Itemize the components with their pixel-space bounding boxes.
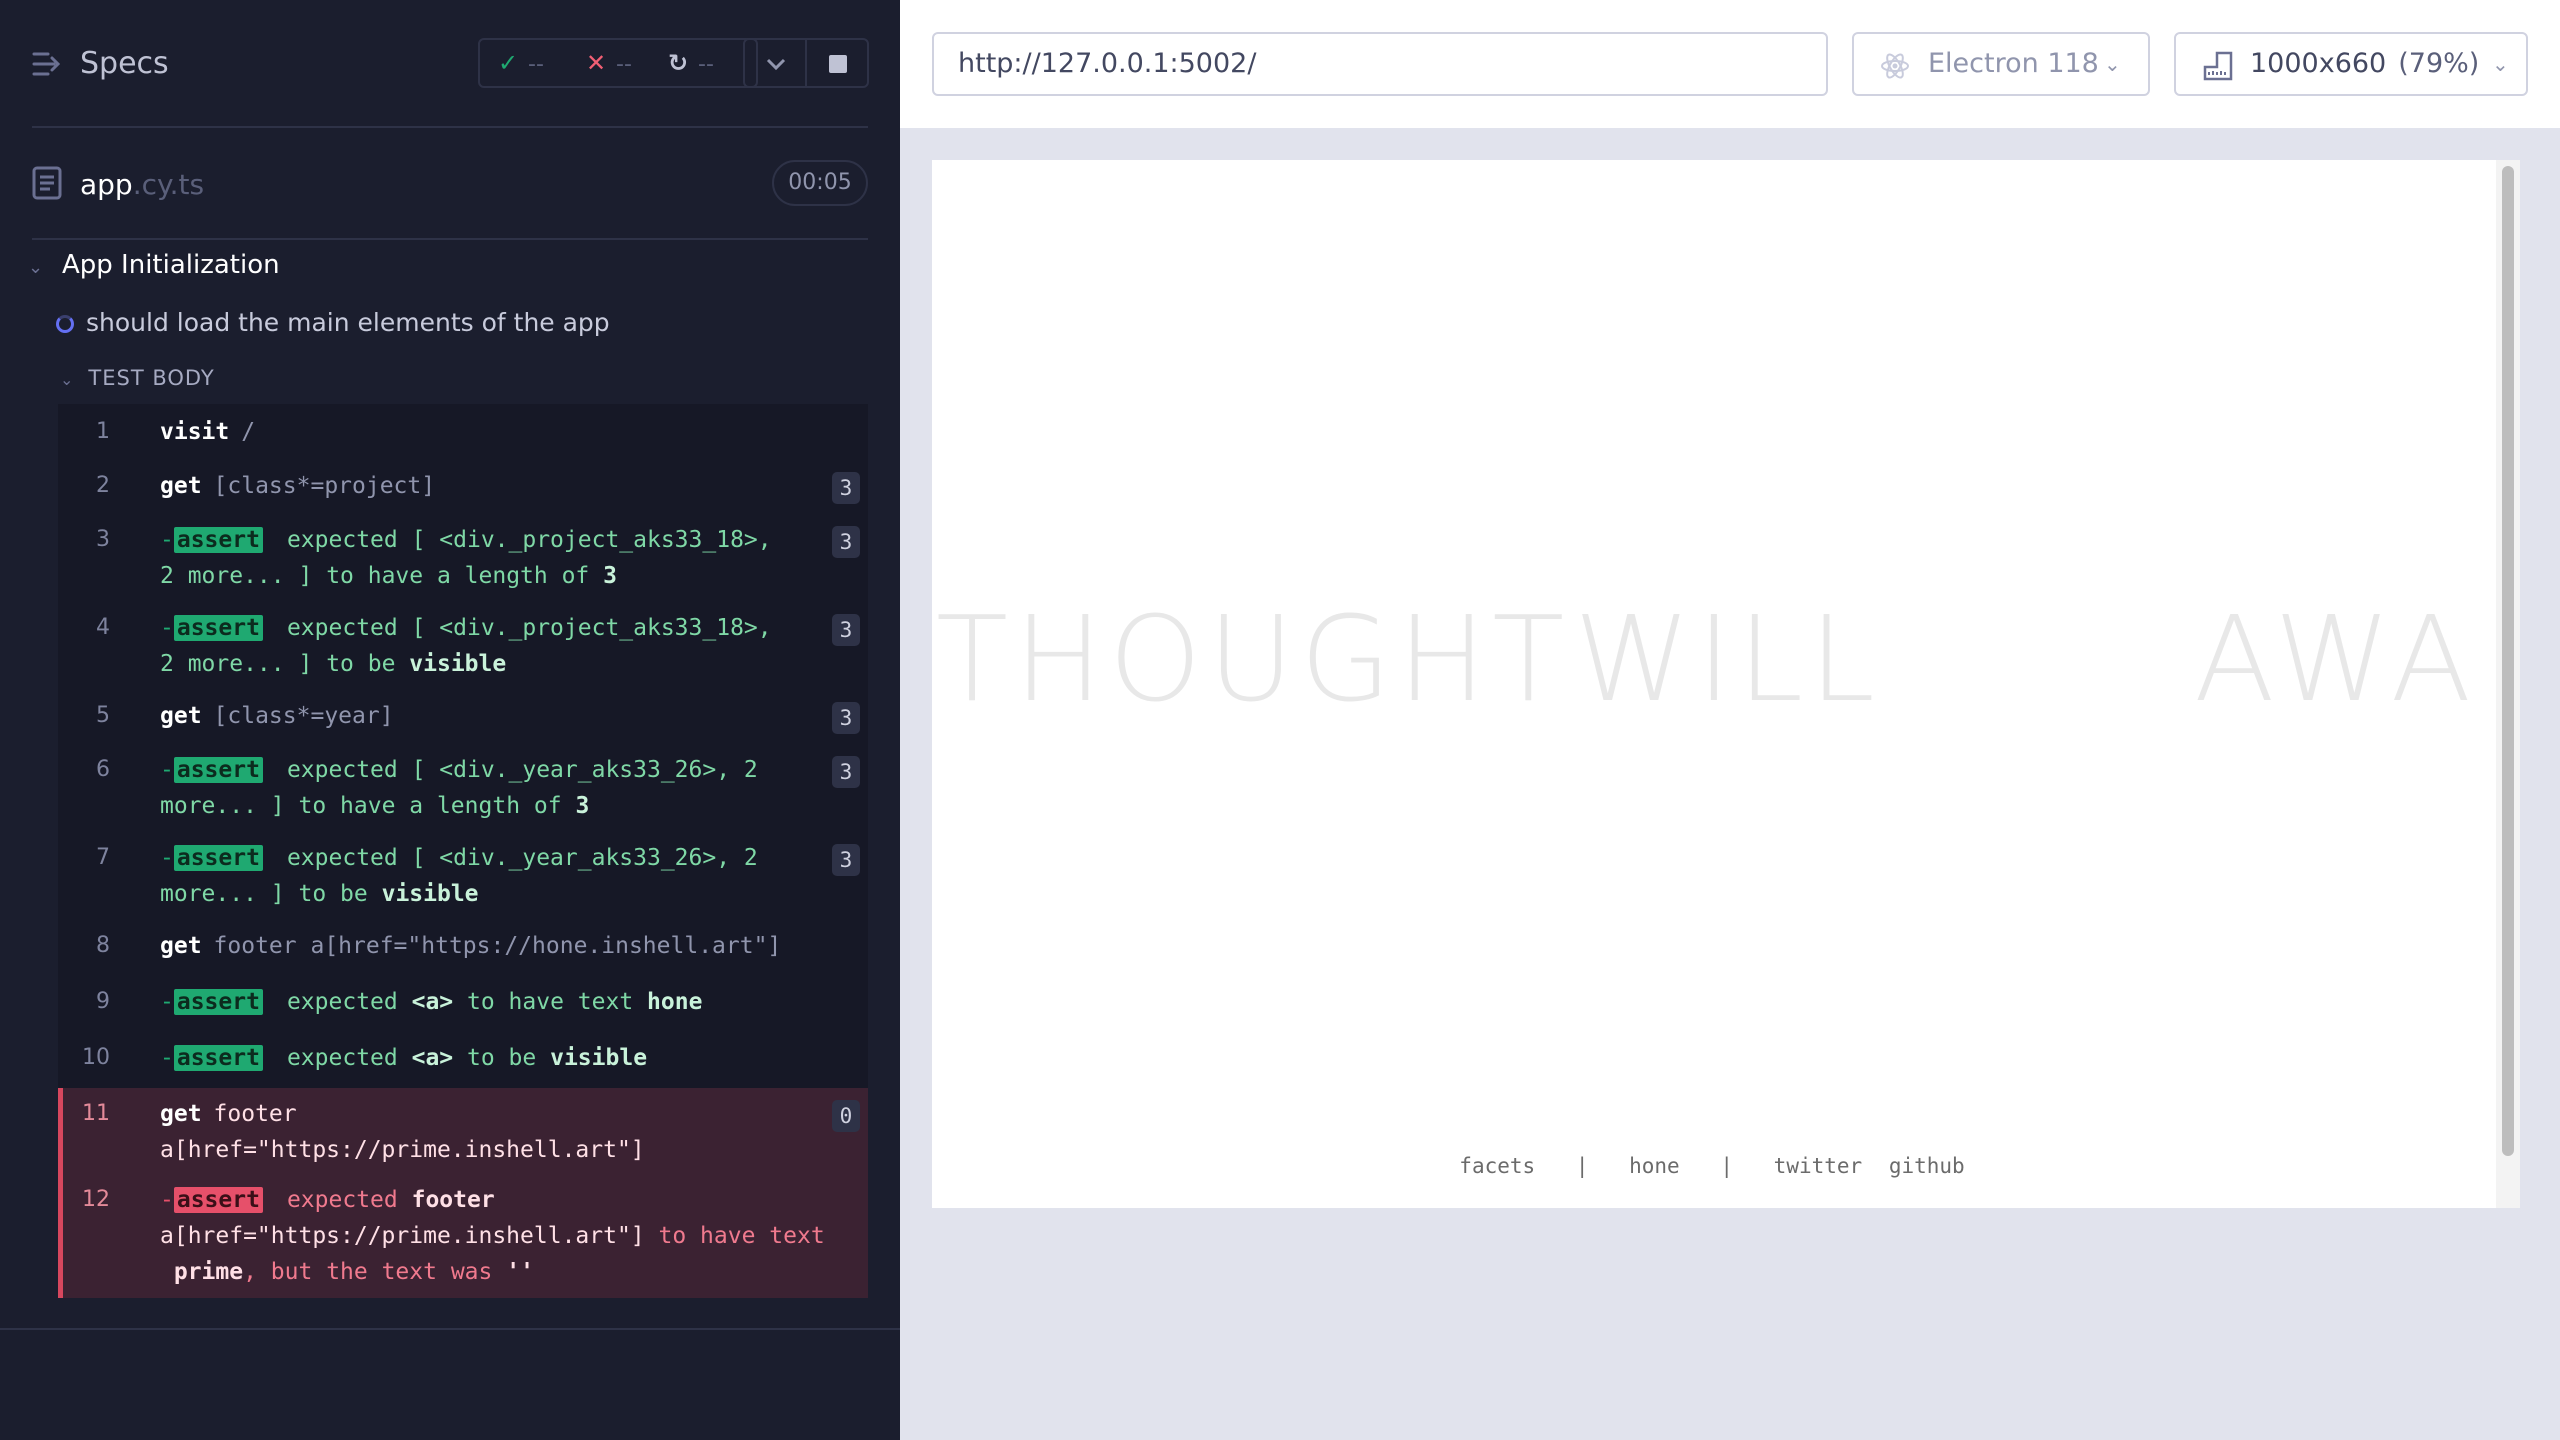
command-row[interactable]: 4 - assert expected [ <div._project_aks33_… (58, 602, 868, 690)
command-row[interactable]: 5 get [class*=year] 3 (58, 690, 868, 744)
chevron-down-icon: ⌄ (2104, 52, 2121, 76)
reporter-header: Specs ✓ -- ✕ -- ↻ -- (32, 0, 869, 128)
failed-command-row[interactable]: 11 get footer a[href="https://prime.inshe… (58, 1088, 868, 1176)
chevron-down-icon: ⌄ (60, 370, 75, 389)
count-badge: 0 (832, 1100, 860, 1132)
failed-stat: ✕ -- (586, 40, 632, 86)
duration-badge: 00:05 (772, 160, 868, 206)
viewport-selector[interactable]: 1000x660 (79%) ⌄ (2174, 32, 2528, 96)
running-spinner-icon (56, 315, 74, 333)
pending-stat: ↻ -- (668, 40, 714, 86)
test-body-toggle[interactable]: ⌄ TEST BODY (60, 366, 215, 390)
footer-separator: | (1575, 1154, 1589, 1178)
command-row[interactable]: 6 - assert expected [ <div._year_aks33_26>… (58, 744, 868, 832)
command-row[interactable]: 10 - assert expected <a> to be visible (58, 1032, 868, 1088)
command-row[interactable]: 7 - assert expected [ <div._year_aks33_26>… (58, 832, 868, 920)
app-under-test-panel: http://127.0.0.1:5002/ Electron 118 ⌄ 10… (900, 0, 2560, 1440)
count-badge: 3 (832, 614, 860, 646)
chevron-down-icon: ⌄ (28, 257, 44, 278)
reporter-panel: Specs ✓ -- ✕ -- ↻ -- app.cy.ts 00:05 ⌄ App (0, 0, 900, 1440)
document-icon (32, 166, 62, 200)
x-icon: ✕ (586, 49, 607, 77)
count-badge: 3 (832, 526, 860, 558)
footer-separator: | (1720, 1154, 1734, 1178)
aut-toolbar: http://127.0.0.1:5002/ Electron 118 ⌄ 10… (900, 0, 2560, 128)
scrollbar[interactable] (2496, 160, 2520, 1208)
url-bar[interactable]: http://127.0.0.1:5002/ (932, 32, 1828, 96)
hero-word: AWA! (2194, 590, 2520, 728)
footer-link-github[interactable]: github (1889, 1154, 1965, 1178)
count-badge: 3 (832, 472, 860, 504)
count-badge: 3 (832, 702, 860, 734)
hero-text: THOUGHT WILL AWA! (932, 590, 2520, 730)
command-row[interactable]: 3 - assert expected [ <div._project_aks33_… (58, 514, 868, 602)
failed-assert-row[interactable]: 12 - assert expected footer a[href="https:… (58, 1176, 868, 1298)
suite-title[interactable]: ⌄ App Initialization (28, 250, 280, 290)
command-row[interactable]: 1 visit / (58, 404, 868, 460)
reporter-footer-divider (0, 1328, 900, 1330)
passed-stat: ✓ -- (498, 40, 544, 86)
check-icon: ✓ (498, 49, 519, 77)
command-row[interactable]: 8 get footer a[href="https://hone.inshell… (58, 920, 868, 976)
count-badge: 3 (832, 844, 860, 876)
spec-file-row[interactable]: app.cy.ts 00:05 (32, 130, 868, 240)
footer-link-hone[interactable]: hone (1629, 1154, 1680, 1178)
specs-list-icon[interactable] (32, 50, 62, 78)
stop-button[interactable] (805, 38, 869, 88)
hero-word: WILL (1574, 590, 1881, 728)
spinner-icon: ↻ (668, 49, 689, 77)
command-row[interactable]: 2 get [class*=project] 3 (58, 460, 868, 514)
app-iframe[interactable]: THOUGHT WILL AWA! facets | hone | twitte… (932, 160, 2520, 1208)
count-badge: 3 (832, 756, 860, 788)
specs-title[interactable]: Specs (80, 46, 169, 81)
electron-icon (1881, 53, 1909, 79)
chevron-down-icon (766, 58, 786, 71)
command-row[interactable]: 9 - assert expected <a> to have text hone (58, 976, 868, 1032)
viewport-ruler-icon (2203, 51, 2233, 81)
footer-link-facets[interactable]: facets (1459, 1154, 1535, 1178)
command-log: 1 visit/ 2 get [class*=project] 3 3 - asse… (58, 404, 868, 1298)
stop-icon (829, 55, 847, 73)
site-footer: facets | hone | twitter github (932, 1154, 2492, 1178)
chevron-down-icon: ⌄ (2492, 52, 2509, 76)
scrollbar-thumb[interactable] (2502, 166, 2514, 1156)
footer-link-twitter[interactable]: twitter (1774, 1154, 1863, 1178)
test-title[interactable]: should load the main elements of the app (56, 308, 610, 337)
hero-word: THOUGHT (936, 590, 1571, 728)
stats-group: ✓ -- ✕ -- ↻ -- (478, 38, 758, 88)
browser-selector[interactable]: Electron 118 ⌄ (1852, 32, 2150, 96)
spec-file-name: app.cy.ts (80, 168, 205, 201)
expand-collapse-button[interactable] (743, 38, 807, 88)
